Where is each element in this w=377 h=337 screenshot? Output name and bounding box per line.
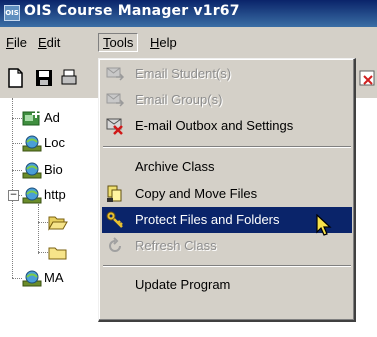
tree-item-label: http xyxy=(44,187,66,202)
menu-edit[interactable]: Edit xyxy=(34,33,64,52)
globe-icon xyxy=(22,161,42,183)
menu-separator xyxy=(103,265,351,267)
menu-item-label: Archive Class xyxy=(135,159,215,174)
menu-item-label: Email Student(s) xyxy=(135,66,232,81)
app-icon: OIS xyxy=(4,5,20,21)
menu-help[interactable]: Help xyxy=(146,33,181,52)
tree-item-bio[interactable]: Bio xyxy=(22,161,102,183)
tree-item-label: Loc xyxy=(44,135,65,150)
menu-bar: File Edit Tools Help xyxy=(0,27,377,58)
key-icon xyxy=(106,211,124,229)
tree-line xyxy=(12,98,13,278)
menu-tools[interactable]: Tools xyxy=(98,33,139,52)
menu-item-copy-move-files[interactable]: Copy and Move Files xyxy=(102,181,352,207)
menu-item-archive-class[interactable]: Archive Class xyxy=(102,154,352,180)
tree-line xyxy=(38,204,39,254)
menu-item-label: Protect Files and Folders xyxy=(135,212,280,227)
tree-line xyxy=(12,170,22,171)
menu-item-update-program[interactable]: Update Program xyxy=(102,272,352,298)
tree-item-label: Bio xyxy=(44,162,63,177)
save-disk-icon[interactable] xyxy=(34,67,54,89)
add-class-icon xyxy=(22,109,42,131)
print-icon[interactable] xyxy=(60,67,80,89)
menu-item-email-groups[interactable]: Email Group(s) xyxy=(102,87,352,113)
mouse-pointer-icon xyxy=(315,213,335,238)
menu-item-email-students[interactable]: Email Student(s) xyxy=(102,61,352,87)
tree-item-ma[interactable]: MA xyxy=(22,269,102,291)
globe-icon xyxy=(22,269,42,291)
collapse-toggle[interactable]: − xyxy=(8,190,19,201)
copy-move-icon xyxy=(106,185,124,203)
menu-item-label: Email Group(s) xyxy=(135,92,223,107)
tree-item-label: Ad xyxy=(44,110,60,125)
tree-line xyxy=(12,278,22,279)
tree-item-ad[interactable]: Ad xyxy=(22,109,102,131)
email-student-icon xyxy=(106,65,125,83)
menu-item-email-outbox[interactable]: E-mail Outbox and Settings xyxy=(102,113,352,139)
email-outbox-icon xyxy=(106,117,124,135)
tree-line xyxy=(38,252,48,253)
refresh-icon xyxy=(106,237,124,255)
toolbar-overflow-icon[interactable] xyxy=(358,67,377,89)
folder-open-icon xyxy=(48,213,68,235)
tree-line xyxy=(12,143,22,144)
tree-item-loc[interactable]: Loc xyxy=(22,134,102,156)
new-document-icon[interactable] xyxy=(6,67,26,89)
tree-line xyxy=(38,222,48,223)
tree-line xyxy=(12,118,22,119)
menu-item-label: E-mail Outbox and Settings xyxy=(135,118,294,133)
menu-separator xyxy=(103,146,351,148)
tree-item-label: MA xyxy=(44,270,64,285)
folder-icon xyxy=(48,243,68,265)
globe-icon xyxy=(22,186,42,208)
menu-item-label: Update Program xyxy=(135,277,231,292)
window-title: OIS Course Manager v1r67 xyxy=(24,3,240,19)
tree-item-folder[interactable] xyxy=(48,243,98,265)
menu-item-label: Copy and Move Files xyxy=(135,186,258,201)
email-group-icon xyxy=(106,91,125,109)
menu-file[interactable]: File xyxy=(2,33,31,52)
menu-item-label: Refresh Class xyxy=(135,238,217,253)
tree-item-folder-open[interactable] xyxy=(48,213,98,235)
tree-item-http[interactable]: http xyxy=(22,186,102,208)
title-bar: OIS OIS Course Manager v1r67 xyxy=(0,0,377,27)
globe-icon xyxy=(22,134,42,156)
tools-menu: Email Student(s) Email Group(s) E-mail O… xyxy=(98,58,356,322)
